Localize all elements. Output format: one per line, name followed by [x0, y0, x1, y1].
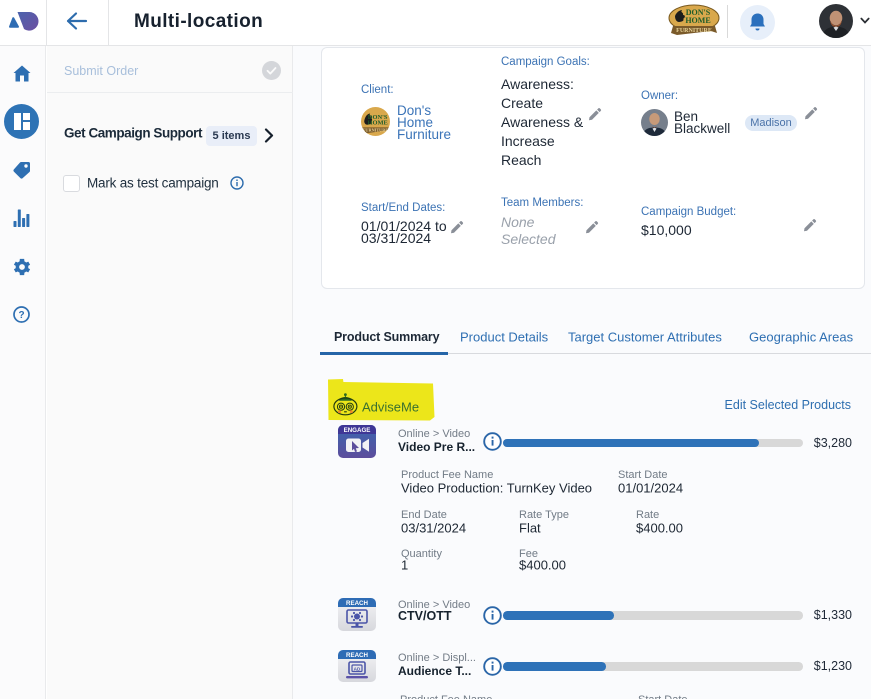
- svg-text:FURNITURE: FURNITURE: [676, 28, 712, 34]
- svg-text:REACH: REACH: [346, 600, 369, 607]
- svg-text:AD: AD: [354, 667, 361, 672]
- svg-text:HOME: HOME: [685, 16, 710, 25]
- svg-text:HOME: HOME: [367, 120, 387, 127]
- svg-text:ENGAGE: ENGAGE: [344, 427, 371, 434]
- svg-text:REACH: REACH: [346, 652, 369, 659]
- svg-text:FURNITURE: FURNITURE: [363, 128, 389, 133]
- svg-text:?: ?: [18, 310, 24, 321]
